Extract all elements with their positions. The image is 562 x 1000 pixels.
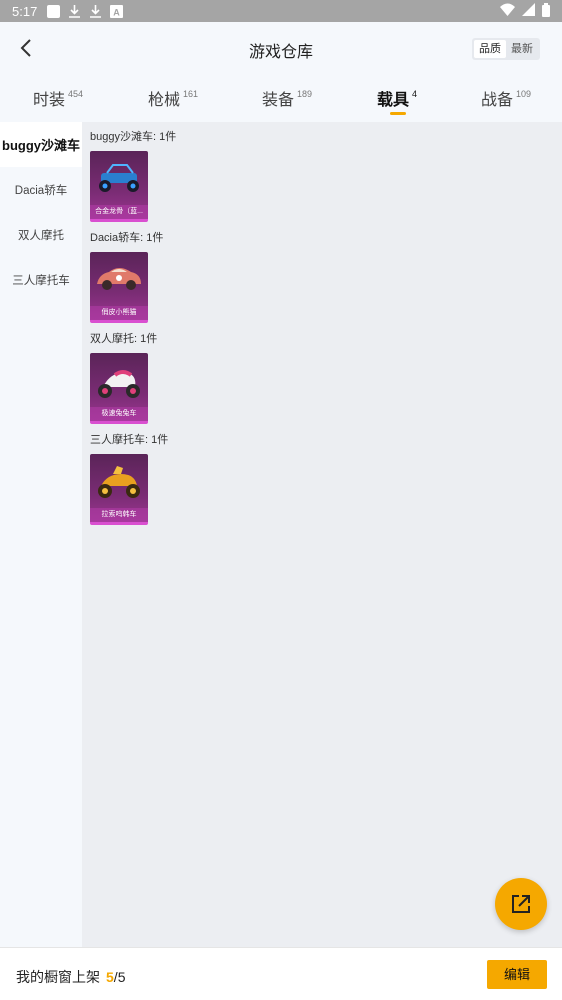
group-title: 双人摩托: 1件 <box>90 333 158 345</box>
font-app-icon: A <box>110 4 124 18</box>
trike-icon <box>98 466 140 498</box>
edit-button[interactable]: 编辑 <box>487 960 547 989</box>
status-time: 5:17 <box>12 3 38 19</box>
showcase-label: 我的橱窗上架 5/5 <box>16 967 125 987</box>
tab-fashion[interactable]: 时装 454 <box>33 86 83 110</box>
tab-label: 战备 <box>481 92 514 109</box>
buggy-vehicle-icon <box>99 164 139 192</box>
tab-vehicles[interactable]: 载具 4 <box>377 86 418 115</box>
wifi-icon <box>500 3 515 19</box>
sort-by-latest-option[interactable]: 最新 <box>506 40 538 58</box>
download-icon <box>68 4 81 18</box>
tab-count: 4 <box>412 89 418 99</box>
tab-equipment[interactable]: 装备 189 <box>262 86 312 110</box>
showcase-text: 我的橱窗上架 <box>16 969 100 985</box>
sedan-car-icon <box>97 268 141 290</box>
tab-combat-supplies[interactable]: 战备 109 <box>481 86 531 110</box>
showcase-total: 5 <box>117 969 126 985</box>
notification-app-icon <box>47 4 61 18</box>
tab-label: 时装 <box>33 92 66 109</box>
sidebar-item-buggy[interactable]: buggy沙滩车 <box>0 122 82 167</box>
motorcycle-icon <box>98 370 140 398</box>
group-title: Dacia轿车: 1件 <box>90 232 164 244</box>
category-tabs: 时装 454 枪械 161 装备 189 载具 4 战备 109 <box>0 74 562 122</box>
top-app-bar: 游戏仓库 品质 最新 <box>0 22 562 74</box>
sidebar-item-three-seat-motorcycle[interactable]: 三人摩托车 <box>0 257 82 302</box>
group-title: buggy沙滩车: 1件 <box>90 131 177 143</box>
tab-firearms[interactable]: 枪械 161 <box>148 86 198 110</box>
group-title: 三人摩托车: 1件 <box>90 434 169 446</box>
battery-icon <box>542 2 550 20</box>
tab-count: 109 <box>516 89 532 99</box>
item-card[interactable]: 俏皮小熊猫 <box>90 252 148 323</box>
sort-toggle: 品质 最新 <box>472 38 540 60</box>
tab-count: 161 <box>183 89 199 99</box>
item-name: 合金龙骨（蓝... <box>90 205 148 219</box>
showcase-count: 5 <box>106 969 114 985</box>
signal-icon <box>522 3 535 19</box>
tab-label: 装备 <box>262 92 295 109</box>
sidebar-item-dacia[interactable]: Dacia轿车 <box>0 167 82 212</box>
active-tab-indicator <box>390 112 406 115</box>
download-icon <box>89 4 102 18</box>
item-name: 拉索呜韩车 <box>90 508 148 522</box>
sidebar-item-two-seat-motorcycle[interactable]: 双人摩托 <box>0 212 82 257</box>
item-list: buggy沙滩车: 1件 合金龙骨（蓝... Dacia轿车: 1件 俏皮小熊猫… <box>82 122 562 947</box>
tab-label: 枪械 <box>148 92 181 109</box>
tab-count: 454 <box>68 89 84 99</box>
showcase-bar: 我的橱窗上架 5/5 编辑 <box>0 947 562 1000</box>
item-card[interactable]: 拉索呜韩车 <box>90 454 148 525</box>
item-name: 俏皮小熊猫 <box>90 306 148 320</box>
external-link-icon <box>512 895 530 913</box>
vehicle-type-sidebar: buggy沙滩车 Dacia轿车 双人摩托 三人摩托车 <box>0 122 82 947</box>
item-name: 极速兔兔车 <box>90 407 148 421</box>
svg-text:A: A <box>114 7 121 17</box>
item-card[interactable]: 合金龙骨（蓝... <box>90 151 148 222</box>
share-button[interactable] <box>495 878 547 930</box>
tab-count: 189 <box>297 89 313 99</box>
sort-by-quality-option[interactable]: 品质 <box>474 40 506 58</box>
item-card[interactable]: 极速兔兔车 <box>90 353 148 424</box>
tab-label: 载具 <box>377 92 410 109</box>
status-bar: 5:17 A <box>0 0 562 22</box>
